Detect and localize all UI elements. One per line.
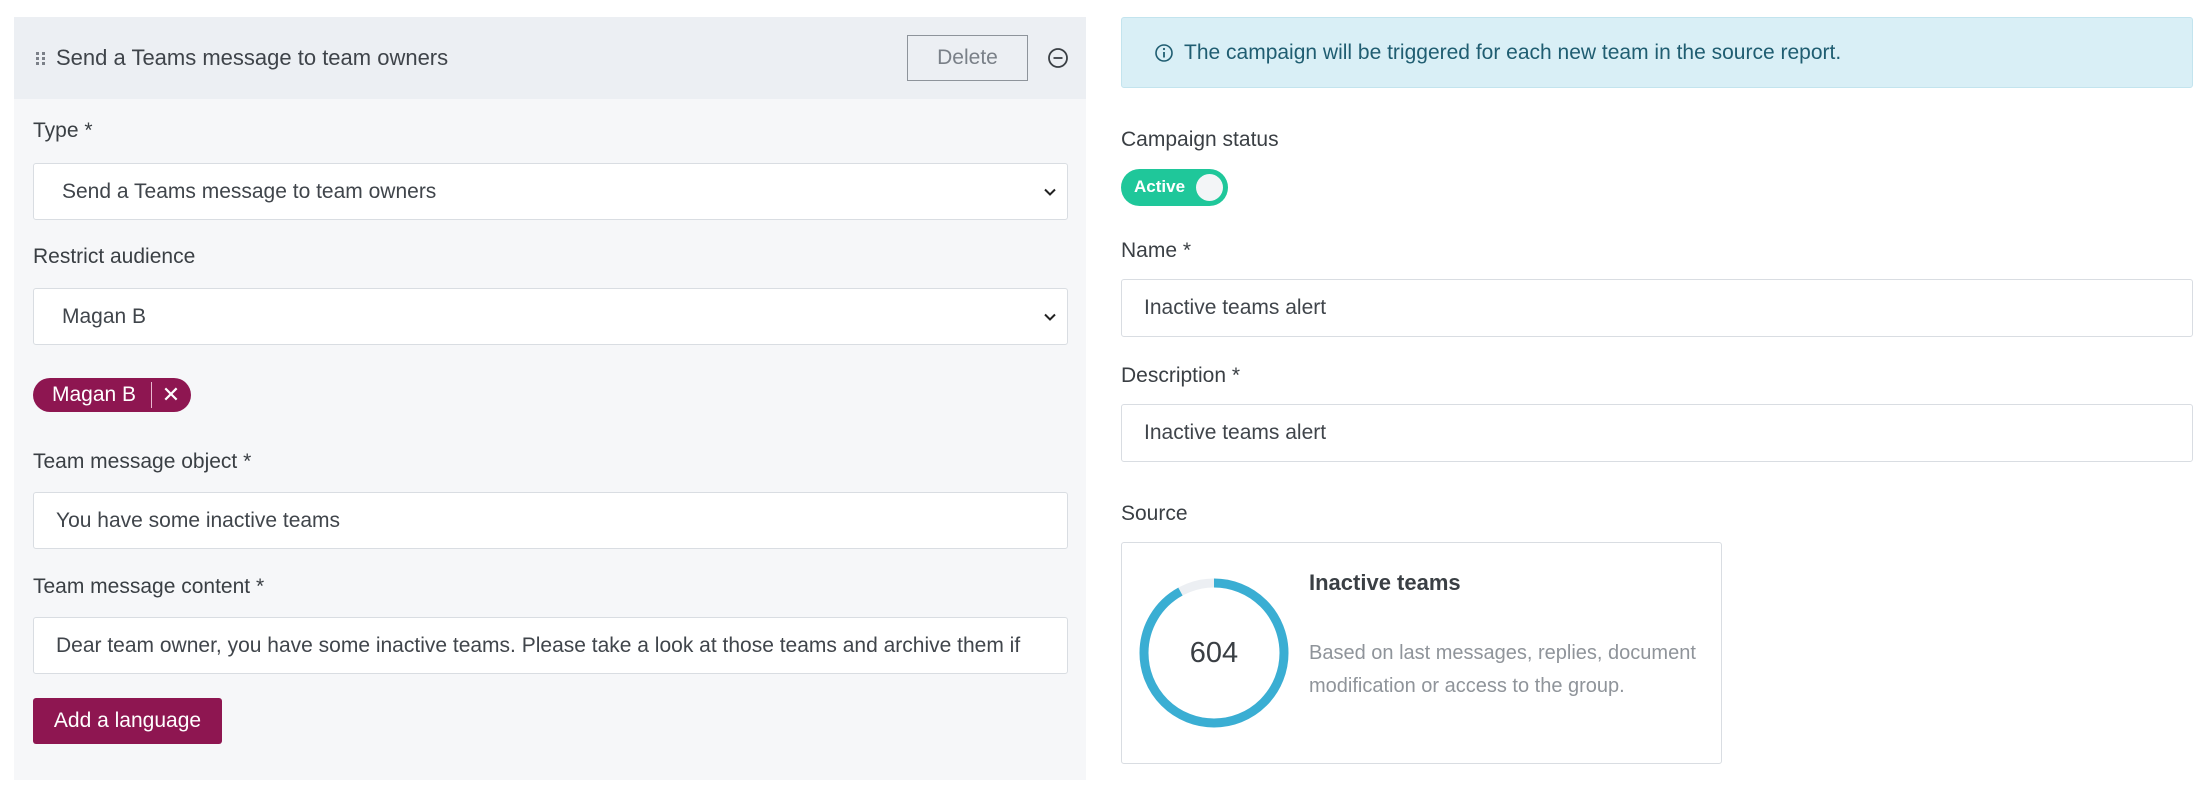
toggle-state-label: Active [1134,177,1186,196]
description-input[interactable]: Inactive teams alert [1121,404,2193,462]
drag-handle-icon[interactable] [36,49,46,67]
message-object-input[interactable]: You have some inactive teams [33,492,1068,549]
campaign-editor: Send a Teams message to team owners Dele… [0,0,2208,793]
object-label: Team message object * [33,450,252,473]
content-label: Team message content * [33,575,265,598]
audience-select-value: Magan B [62,304,147,328]
type-select-value: Send a Teams message to team owners [62,179,437,203]
toggle-knob [1196,174,1223,201]
step-header: Send a Teams message to team owners Dele… [14,17,1086,99]
source-description: Based on last messages, replies, documen… [1309,642,1696,697]
audience-label: Restrict audience [33,245,196,268]
type-select[interactable]: Send a Teams message to team owners [33,163,1068,220]
add-language-button[interactable]: Add a language [33,698,222,744]
type-label: Type * [33,119,93,142]
audience-select[interactable]: Magan B [33,288,1068,345]
source-label: Source [1121,502,1188,525]
campaign-status-toggle[interactable]: Active [1121,169,1228,206]
source-title: Inactive teams [1309,570,1461,595]
chevron-down-icon [1044,188,1056,196]
minus-circle-icon[interactable] [1047,47,1069,69]
info-text: The campaign will be triggered for each … [1184,40,1842,64]
name-input[interactable]: Inactive teams alert [1121,279,2193,337]
info-circle-icon [1155,43,1173,62]
source-card[interactable]: 604 Inactive teams Based on last message… [1121,542,1722,764]
audience-tag: Magan B ✕ [33,378,191,412]
campaign-status-label: Campaign status [1121,128,1279,151]
audience-tag-label: Magan B [52,383,137,406]
action-step-panel: Send a Teams message to team owners Dele… [14,17,1086,780]
info-banner: The campaign will be triggered for each … [1121,17,2193,88]
message-content-input[interactable]: Dear team owner, you have some inactive … [33,617,1068,674]
step-title: Send a Teams message to team owners [56,45,449,70]
chevron-down-icon [1044,313,1056,321]
source-count: 604 [1189,636,1239,669]
description-label: Description * [1121,364,1241,387]
delete-button[interactable]: Delete [907,35,1028,81]
close-icon[interactable]: ✕ [152,382,190,408]
name-label: Name * [1121,239,1192,262]
